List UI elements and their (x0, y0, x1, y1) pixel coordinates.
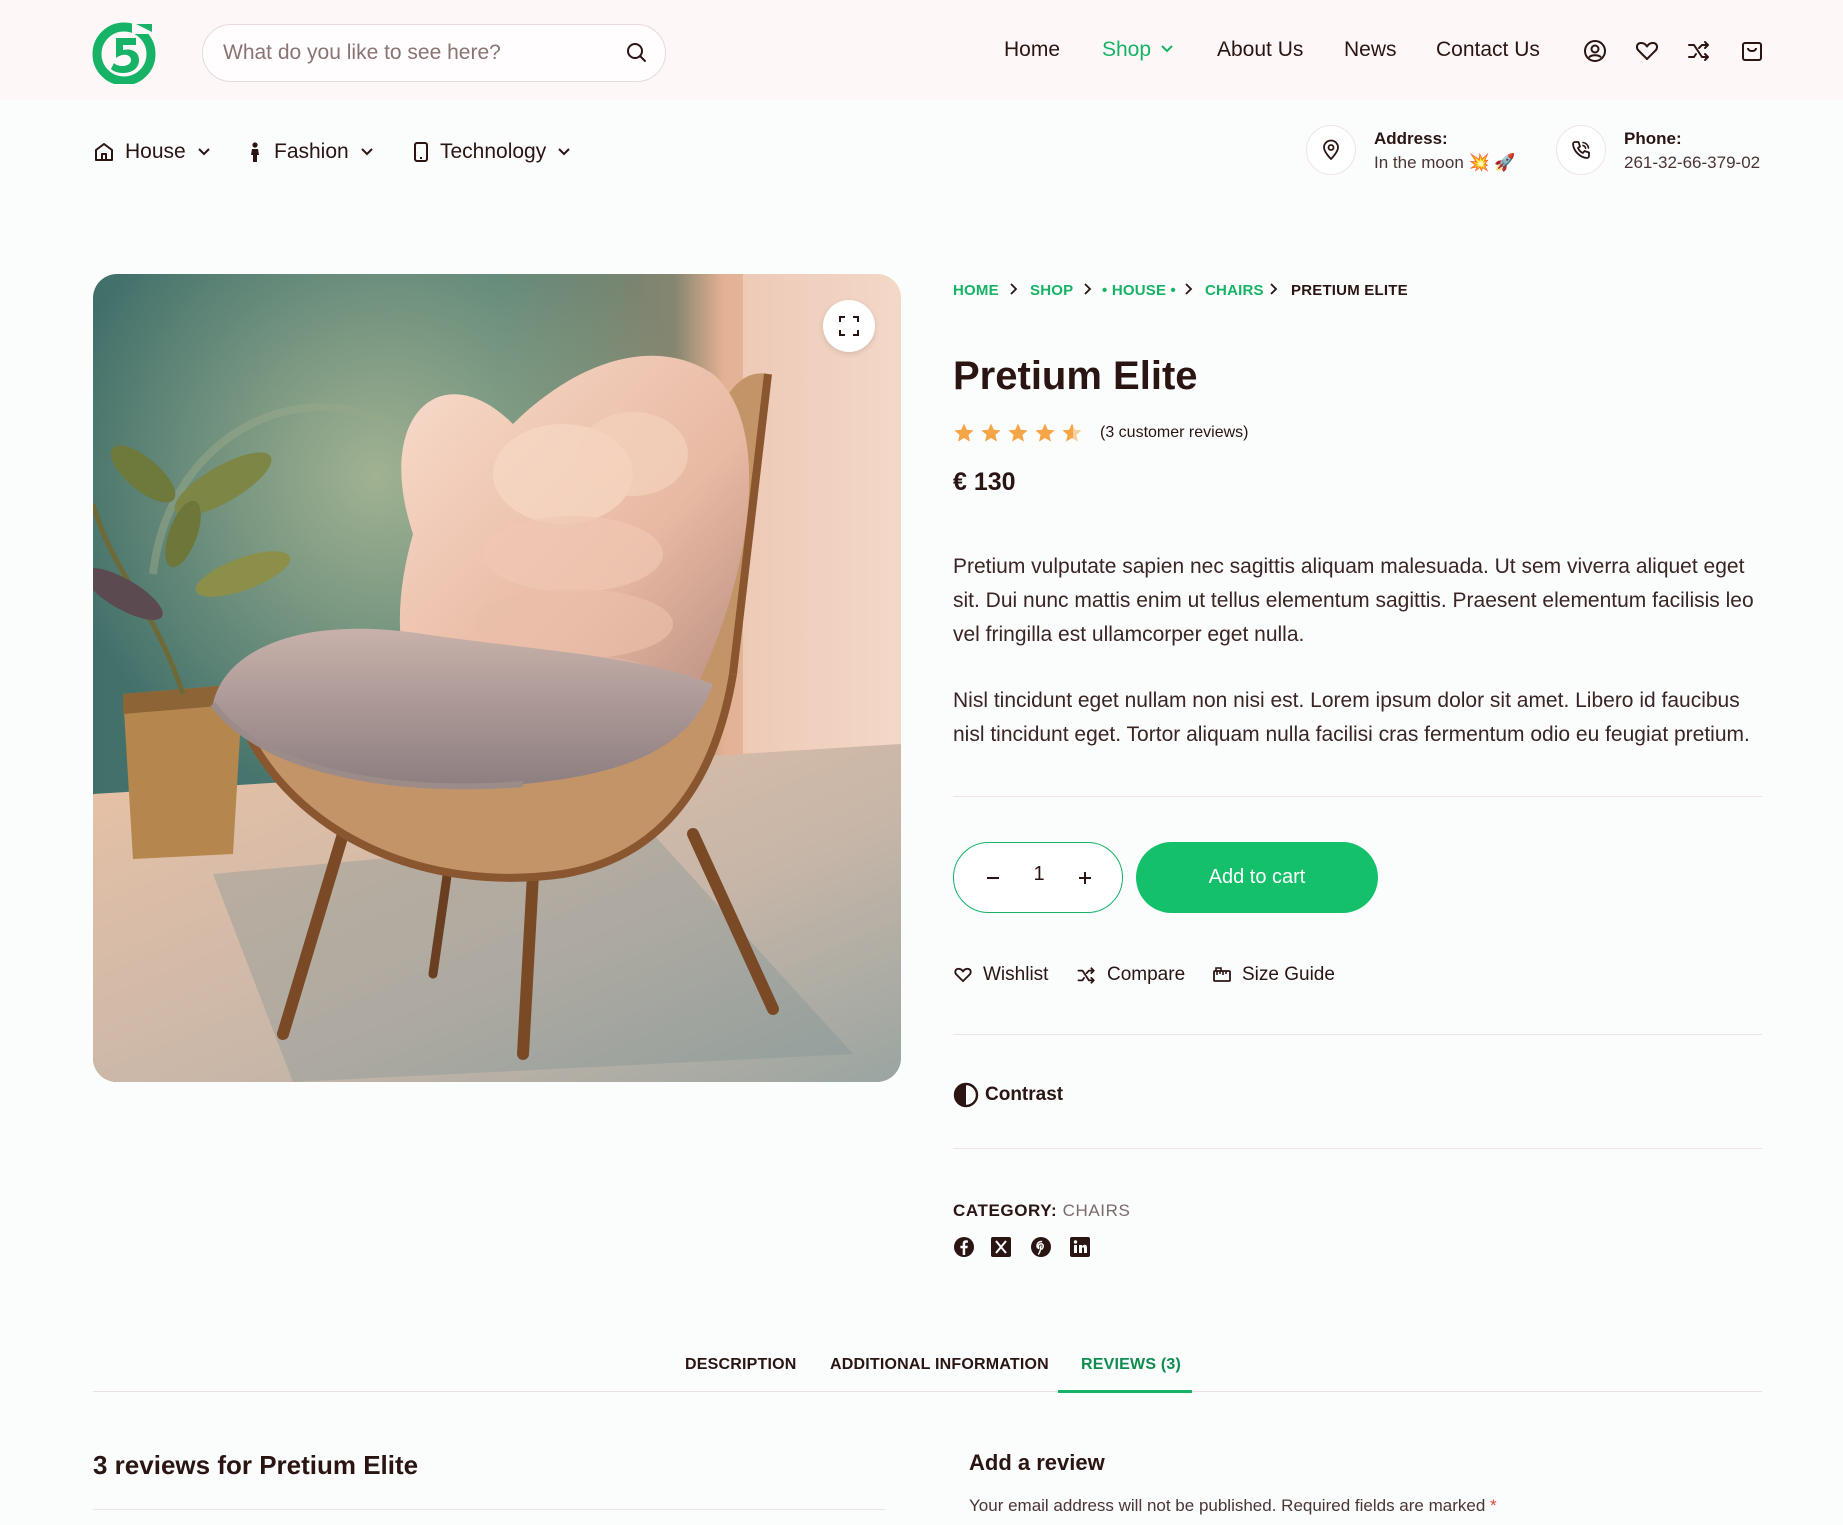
expand-icon (838, 315, 860, 337)
chevron-down-icon (361, 148, 373, 156)
chevron-right-icon (1185, 282, 1193, 296)
nav-shop[interactable]: Shop (1102, 38, 1173, 62)
required-mark: * (1490, 1496, 1497, 1515)
breadcrumb-shop[interactable]: SHOP (1030, 282, 1073, 299)
category-link[interactable]: CHAIRS (1063, 1201, 1131, 1220)
breadcrumb-house[interactable]: • HOUSE • (1102, 282, 1176, 299)
search-icon[interactable] (625, 41, 647, 63)
compare-icon[interactable] (1686, 38, 1712, 64)
contrast-toggle[interactable]: Contrast (953, 1082, 1063, 1108)
nav-news[interactable]: News (1344, 38, 1397, 62)
divider (93, 1509, 885, 1510)
phone-value: 261-32-66-379-02 (1624, 153, 1761, 172)
add-review-heading: Add a review (969, 1450, 1105, 1475)
search-box[interactable] (202, 24, 666, 82)
star-icon (1035, 423, 1055, 442)
breadcrumb-current: PRETIUM ELITE (1291, 282, 1408, 299)
phone-icon (412, 141, 430, 163)
ruler-icon (1212, 965, 1232, 985)
review-note: Your email address will not be published… (969, 1496, 1497, 1516)
nav-contact-us[interactable]: Contact Us (1436, 38, 1540, 62)
tab-reviews[interactable]: REVIEWS (3) (1081, 1356, 1181, 1374)
compare-button[interactable]: Compare (1076, 964, 1185, 986)
active-tab-indicator (1058, 1390, 1192, 1393)
star-half-icon (1062, 423, 1082, 442)
chevron-right-icon (1084, 282, 1092, 296)
category-fashion[interactable]: Fashion (246, 138, 373, 166)
add-to-cart-button[interactable]: Add to cart (1136, 842, 1378, 913)
category-label: CATEGORY: (953, 1201, 1058, 1220)
divider (953, 796, 1762, 797)
category-technology-label: Technology (440, 140, 547, 163)
x-icon[interactable] (990, 1236, 1012, 1258)
location-pin-icon (1306, 125, 1356, 175)
search-input[interactable] (223, 37, 603, 69)
quantity-stepper[interactable] (953, 842, 1123, 913)
description-paragraph: Pretium vulputate sapien nec sagittis al… (953, 555, 1754, 646)
tab-description[interactable]: DESCRIPTION (685, 1356, 797, 1374)
quantity-input[interactable] (1014, 863, 1064, 886)
divider (953, 1034, 1762, 1035)
facebook-icon[interactable] (953, 1236, 975, 1258)
breadcrumb-chairs[interactable]: CHAIRS (1205, 282, 1264, 299)
nav-about-us[interactable]: About Us (1217, 38, 1303, 62)
reviews-heading: 3 reviews for Pretium Elite (93, 1450, 419, 1480)
heart-icon[interactable] (1634, 38, 1660, 64)
site-logo[interactable] (92, 20, 156, 84)
contrast-label: Contrast (985, 1084, 1064, 1105)
nav-shop-label: Shop (1102, 38, 1152, 61)
compare-icon (1076, 965, 1097, 986)
nav-contact-label: Contact Us (1436, 38, 1540, 61)
category-fashion-label: Fashion (274, 140, 349, 163)
category-house-label: House (125, 140, 186, 163)
category-house[interactable]: House (93, 138, 210, 166)
review-note-text: Your email address will not be published… (969, 1496, 1486, 1515)
nav-about-label: About Us (1217, 38, 1304, 61)
product-price: € 130 (953, 468, 1016, 496)
wishlist-label: Wishlist (983, 964, 1049, 985)
nav-home[interactable]: Home (1004, 38, 1060, 62)
breadcrumb-home[interactable]: HOME (953, 282, 999, 299)
linkedin-icon[interactable] (1069, 1236, 1091, 1258)
address-label: Address: (1374, 129, 1448, 148)
category-technology[interactable]: Technology (412, 138, 570, 166)
star-icon (981, 423, 1001, 442)
fullscreen-zoom-button[interactable] (823, 300, 875, 352)
chevron-down-icon (1161, 45, 1173, 53)
plus-icon[interactable] (1072, 865, 1098, 891)
contrast-icon (953, 1082, 979, 1108)
product-title: Pretium Elite (953, 354, 1198, 398)
chevron-down-icon (558, 148, 570, 156)
product-category: CATEGORY: CHAIRS (953, 1201, 1130, 1221)
nav-home-label: Home (1004, 38, 1061, 61)
chevron-down-icon (197, 148, 210, 156)
phone-label: Phone: (1624, 129, 1682, 148)
nav-news-label: News (1344, 38, 1397, 61)
phone-call-icon (1556, 125, 1606, 175)
house-icon (93, 141, 115, 163)
description-paragraph: Nisl tincidunt eget nullam non nisi est.… (953, 689, 1750, 746)
heart-icon (953, 965, 973, 985)
user-icon[interactable] (1582, 38, 1608, 64)
wishlist-button[interactable]: Wishlist (953, 964, 1048, 986)
address-value: In the moon 💥 🚀 (1374, 153, 1516, 172)
size-guide-label: Size Guide (1242, 964, 1335, 985)
minus-icon[interactable] (980, 865, 1006, 891)
compare-label: Compare (1107, 964, 1186, 985)
size-guide-button[interactable]: Size Guide (1212, 964, 1335, 986)
star-icon (954, 423, 974, 442)
tab-additional-information[interactable]: ADDITIONAL INFORMATION (830, 1356, 1049, 1374)
tabs-divider (93, 1391, 1762, 1392)
star-icon (1008, 423, 1028, 442)
cart-icon[interactable] (1739, 38, 1765, 64)
chevron-right-icon (1010, 282, 1018, 296)
star-rating (953, 422, 1083, 444)
person-icon (246, 141, 264, 163)
pinterest-icon[interactable] (1030, 1236, 1052, 1258)
chevron-right-icon (1270, 282, 1278, 296)
product-image[interactable] (93, 274, 901, 1082)
divider (953, 1148, 1762, 1149)
customer-reviews-link[interactable]: (3 customer reviews) (1100, 424, 1248, 442)
